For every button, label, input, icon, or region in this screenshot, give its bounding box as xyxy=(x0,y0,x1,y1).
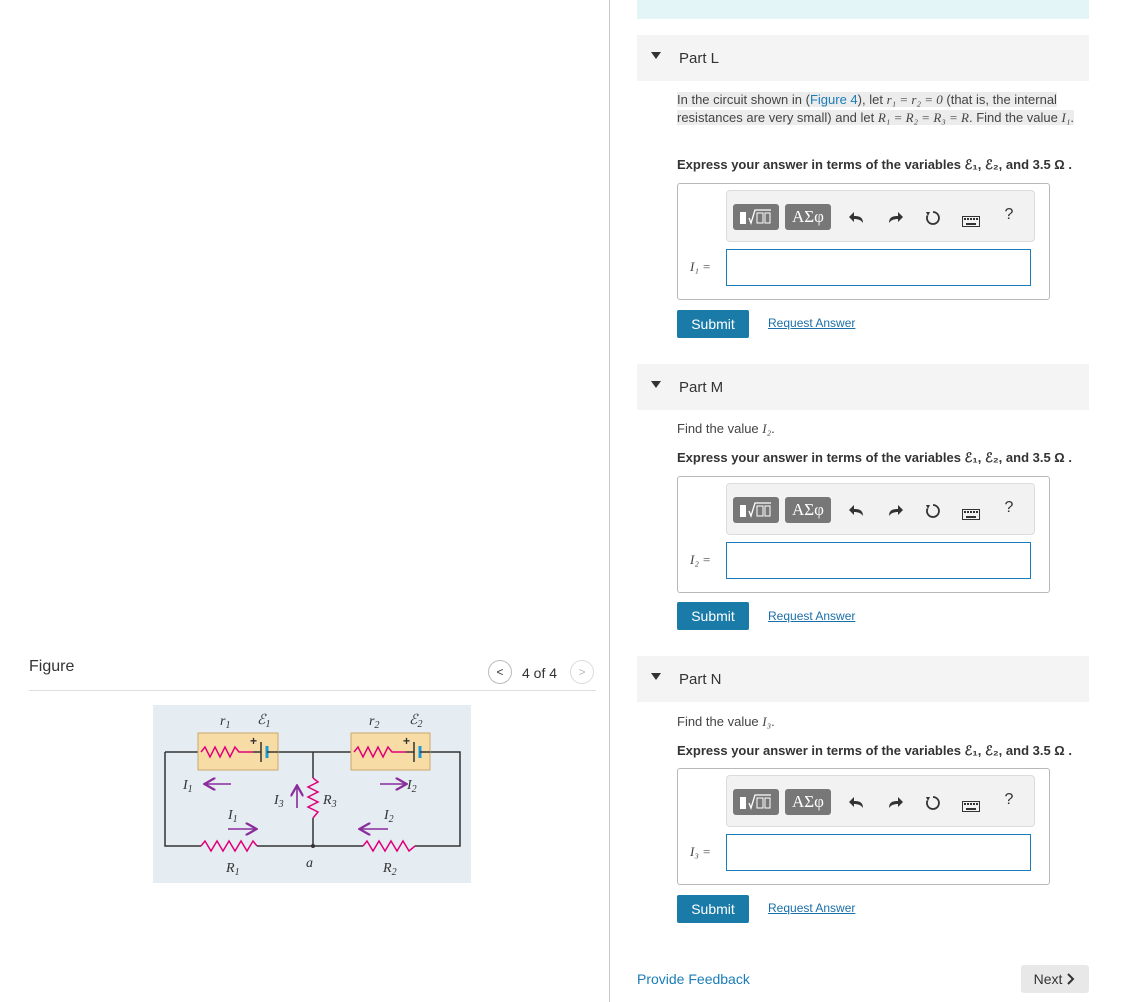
part-n-prompt: Find the value I₃. xyxy=(677,714,775,729)
redo-icon[interactable] xyxy=(886,794,904,812)
help-icon[interactable]: ? xyxy=(1000,791,1018,809)
greek-symbols-button[interactable]: ΑΣφ xyxy=(785,497,831,523)
math-toolbar: ΑΣφ ? xyxy=(726,483,1035,535)
undo-icon[interactable] xyxy=(848,502,866,520)
provide-feedback-link[interactable]: Provide Feedback xyxy=(637,971,750,987)
label-i3: I3 xyxy=(273,793,284,810)
label-battery-1-plus: + xyxy=(250,734,257,748)
label-R1: R1 xyxy=(225,861,240,878)
figure-next-button[interactable]: > xyxy=(570,660,594,684)
battery-box-2 xyxy=(350,732,431,771)
label-R3: R3 xyxy=(322,793,337,810)
figure-pager-text: 4 of 4 xyxy=(522,665,558,681)
circuit-figure: r1 ℰ1 r2 ℰ2 I1 I1 I3 R3 I2 I2 R1 a R2 + … xyxy=(153,705,471,883)
figure-prev-button[interactable]: < xyxy=(488,660,512,684)
node-a-dot xyxy=(311,844,315,848)
templates-icon xyxy=(740,794,771,810)
next-button-label: Next xyxy=(1033,971,1063,987)
redo-icon[interactable] xyxy=(886,502,904,520)
help-icon[interactable]: ? xyxy=(1000,499,1018,517)
label-r2: r2 xyxy=(369,714,379,731)
part-m-answer-label: I₂ = xyxy=(690,552,711,567)
figure-link[interactable]: Figure 4 xyxy=(810,92,858,107)
resistor-R3 xyxy=(306,777,320,819)
part-n-instructions: Express your answer in terms of the vari… xyxy=(677,743,1072,758)
reset-icon[interactable] xyxy=(924,209,942,227)
templates-icon xyxy=(740,502,771,518)
label-R2: R2 xyxy=(382,861,397,878)
part-l-submit-button[interactable]: Submit xyxy=(677,310,749,338)
label-i1-left: I1 xyxy=(182,778,193,795)
reset-icon[interactable] xyxy=(924,502,942,520)
previous-part-feedback-box xyxy=(637,0,1089,19)
resistor-R2 xyxy=(362,839,416,853)
undo-icon[interactable] xyxy=(848,794,866,812)
part-n-request-answer-link[interactable]: Request Answer xyxy=(768,901,855,915)
part-m-submit-button[interactable]: Submit xyxy=(677,602,749,630)
part-n-submit-button[interactable]: Submit xyxy=(677,895,749,923)
chevron-right-icon xyxy=(1067,973,1075,985)
part-m-instructions: Express your answer in terms of the vari… xyxy=(677,450,1072,465)
part-n-answer-input[interactable] xyxy=(726,834,1031,871)
part-m-label: Part M xyxy=(679,379,724,396)
label-e1: ℰ1 xyxy=(257,713,270,730)
part-n-answer-box: ΑΣφ ? I₃ = xyxy=(677,768,1050,885)
reset-icon[interactable] xyxy=(924,794,942,812)
keyboard-icon[interactable] xyxy=(962,797,980,815)
label-node-a: a xyxy=(306,856,313,871)
collapse-arrow-icon xyxy=(651,381,661,388)
resistor-R1 xyxy=(200,839,258,853)
part-m-answer-box: ΑΣφ ? I₂ = xyxy=(677,476,1050,593)
collapse-arrow-icon xyxy=(651,673,661,680)
part-n-answer-label: I₃ = xyxy=(690,844,711,859)
part-m-prompt: Find the value I₂. xyxy=(677,421,775,436)
templates-button[interactable] xyxy=(733,497,779,523)
figure-title: Figure xyxy=(29,658,75,675)
pane-divider[interactable] xyxy=(609,0,610,1002)
part-n-label: Part N xyxy=(679,671,722,688)
part-l-prompt-text: In the circuit shown in (Figure 4), let … xyxy=(677,92,1074,125)
templates-icon xyxy=(740,209,771,225)
label-battery-2-plus: + xyxy=(403,734,410,748)
part-l-instructions: Express your answer in terms of the vari… xyxy=(677,157,1072,172)
math-toolbar: ΑΣφ ? xyxy=(726,775,1035,827)
part-m-header[interactable]: Part M xyxy=(637,364,1089,410)
redo-icon[interactable] xyxy=(886,209,904,227)
circuit-diagram: r1 ℰ1 r2 ℰ2 I1 I1 I3 R3 I2 I2 R1 a R2 + … xyxy=(164,713,461,878)
part-l-prompt: In the circuit shown in (Figure 4), let … xyxy=(677,91,1082,127)
part-l-answer-input[interactable] xyxy=(726,249,1031,286)
part-l-request-answer-link[interactable]: Request Answer xyxy=(768,316,855,330)
part-l-label: Part L xyxy=(679,50,720,67)
part-m-request-answer-link[interactable]: Request Answer xyxy=(768,609,855,623)
templates-button[interactable] xyxy=(733,789,779,815)
undo-icon[interactable] xyxy=(848,209,866,227)
next-button[interactable]: Next xyxy=(1021,965,1089,993)
templates-button[interactable] xyxy=(733,204,779,230)
part-m-answer-input[interactable] xyxy=(726,542,1031,579)
label-i1-mid: I1 xyxy=(227,808,238,825)
part-l-answer-box: ΑΣφ ? I₁ = xyxy=(677,183,1050,300)
label-r1: r1 xyxy=(220,714,230,731)
figure-divider xyxy=(29,690,596,691)
label-e2: ℰ2 xyxy=(409,713,422,730)
greek-symbols-button[interactable]: ΑΣφ xyxy=(785,204,831,230)
label-i2-mid: I2 xyxy=(383,808,394,825)
part-l-answer-label: I₁ = xyxy=(690,259,711,274)
greek-symbols-button[interactable]: ΑΣφ xyxy=(785,789,831,815)
keyboard-icon[interactable] xyxy=(962,505,980,523)
keyboard-icon[interactable] xyxy=(962,212,980,230)
part-l-header[interactable]: Part L xyxy=(637,35,1089,81)
math-toolbar: ΑΣφ ? xyxy=(726,190,1035,242)
label-i2-top: I2 xyxy=(406,778,417,795)
collapse-arrow-icon xyxy=(651,52,661,59)
help-icon[interactable]: ? xyxy=(1000,206,1018,224)
part-n-header[interactable]: Part N xyxy=(637,656,1089,702)
